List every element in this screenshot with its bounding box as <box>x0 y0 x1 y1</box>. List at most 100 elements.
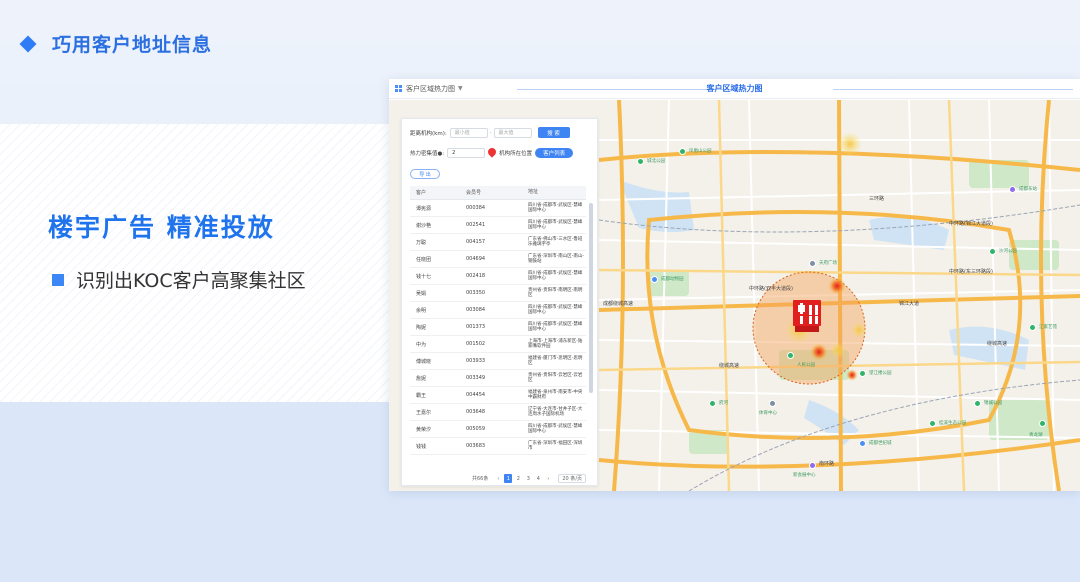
cell-customer: 霸王 <box>416 392 427 399</box>
page-1[interactable]: 1 <box>504 474 513 483</box>
bullet-square-icon <box>52 273 64 286</box>
poi-label: 江家艺苑 <box>1039 325 1057 330</box>
stadium-poi-icon[interactable] <box>769 400 776 407</box>
cell-member-id: 004694 <box>466 256 486 262</box>
cell-member-id: 003683 <box>466 443 486 449</box>
table-row[interactable]: 王嘉尔 003648 辽宁省-大连市-甘井子区-大连周水子国际机场 <box>410 404 586 421</box>
cell-address: 广东省-佛山市-三水区-鲁班乐雅璃宇亭 <box>528 236 583 247</box>
poi-label: 青龙湖 <box>1029 433 1043 438</box>
cell-member-id: 005059 <box>466 426 486 432</box>
page-3[interactable]: 3 <box>524 474 532 483</box>
table-row[interactable]: 霸王 004454 福建省-泉州市-南安市-中央中霸财府 <box>410 387 586 404</box>
table-row[interactable]: 詹妮 003349 贵州省-贵阳市-云岩区-云岩区 <box>410 370 586 387</box>
cell-member-id: 002418 <box>466 273 486 279</box>
cell-customer: 谭宪源 <box>416 205 432 212</box>
column-header-address[interactable]: 地址 <box>524 189 586 196</box>
page-2[interactable]: 2 <box>514 474 522 483</box>
prev-page-icon[interactable]: ‹ <box>494 474 502 483</box>
park-poi-icon[interactable] <box>929 420 936 427</box>
app-top-bar: 客户区域热力图 ▼ 客户区域热力图 <box>389 79 1080 99</box>
cell-address: 四川省-成都市-武侯区-慧峰国际中心 <box>528 321 583 332</box>
column-header-customer[interactable]: 客户 <box>410 189 460 196</box>
diamond-icon <box>19 35 37 52</box>
hospital-marker-icon[interactable] <box>793 300 821 332</box>
zoo-poi-icon[interactable] <box>651 276 658 283</box>
cell-address: 四川省-成都市-武侯区-慧峰国际中心 <box>528 219 583 230</box>
poi-label: 成都动物园 <box>661 277 684 282</box>
table-row[interactable]: 钱十七 002418 四川省-成都市-武侯区-慧峰国际中心 <box>410 268 586 285</box>
cell-customer: 任晓团 <box>416 256 432 263</box>
poi-label: 城北公园 <box>647 159 665 164</box>
park-poi-icon[interactable] <box>709 400 716 407</box>
max-distance-input[interactable]: 最大值 <box>493 127 532 138</box>
road-label: 中环路(双丰大道段) <box>749 286 793 292</box>
table-row[interactable]: 钱钱 003683 广东省-深圳市-福田区-深圳市 <box>410 438 586 455</box>
cell-address: 广东省-深圳市-福田区-深圳市 <box>528 440 583 451</box>
cell-customer: 陶妮 <box>416 324 427 331</box>
park-poi-icon[interactable] <box>989 248 996 255</box>
cell-address: 贵州省-贵阳市-云岩区-云岩区 <box>528 372 583 383</box>
customer-panel: 距离机构(km): 最小值 - 最大值 搜 索 热力密集值●: 2 机构所在位置… <box>401 118 598 486</box>
park-poi-icon[interactable] <box>859 370 866 377</box>
table-row[interactable]: 傅城晓 003933 福建省-厦门市-思明区-思明区 <box>410 353 586 370</box>
table-row[interactable]: 任晓团 004694 广东省-深圳市-南山区-南山-钢鼓站 <box>410 251 586 268</box>
org-location-label: 机构所在位置 <box>499 151 533 157</box>
park-poi-icon[interactable] <box>787 352 794 359</box>
export-button[interactable]: 导 出 <box>410 169 440 179</box>
cell-customer: 王嘉尔 <box>416 409 432 416</box>
location-pin-icon <box>488 148 496 158</box>
table-row[interactable]: 谭宪源 000384 四川省-成都市-武侯区-慧峰国际中心 <box>410 200 586 217</box>
customer-table: 客户 会员号 地址 谭宪源 000384 四川省-成都市-武侯区-慧峰国际中心 谢沙艳… <box>410 186 586 455</box>
poi-label: 锦城公园 <box>984 401 1002 406</box>
table-row[interactable]: 余明 003084 四川省-成都市-武侯区-慧峰国际中心 <box>410 302 586 319</box>
column-header-member-id[interactable]: 会员号 <box>460 189 524 196</box>
page-size-select[interactable]: 20 条/页 <box>558 474 587 483</box>
customer-list-button[interactable]: 客户列表 <box>535 148 574 158</box>
cell-address: 福建省-厦门市-思明区-思明区 <box>528 355 583 366</box>
main-title: 楼宇广告 精准投放 <box>48 213 275 242</box>
table-row[interactable]: 万聪 004157 广东省-佛山市-三水区-鲁班乐雅璃宇亭 <box>410 234 586 251</box>
cell-customer: 钱钱 <box>416 443 427 450</box>
station-poi-icon[interactable] <box>1009 186 1016 193</box>
table-row[interactable]: 陶妮 001373 四川省-成都市-武侯区-慧峰国际中心 <box>410 319 586 336</box>
park-poi-icon[interactable] <box>1039 420 1046 427</box>
road-label: 锦江大道 <box>899 301 920 307</box>
park-poi-icon[interactable] <box>679 148 686 155</box>
table-row[interactable]: 吴娟 003350 贵州省-贵阳市-南明区-南明区 <box>410 285 586 302</box>
cell-customer: 中为 <box>416 341 427 348</box>
table-row[interactable]: 黄荣汐 005059 四川省-成都市-武侯区-慧峰国际中心 <box>410 421 586 438</box>
search-button[interactable]: 搜 索 <box>537 127 570 138</box>
app-window: 客户区域热力图 ▼ 客户区域热力图 绕城高速 中环路(双丰大道段) 中环路(锦江… <box>389 79 1080 491</box>
cell-customer: 钱十七 <box>416 273 432 280</box>
cell-customer: 傅城晓 <box>416 358 432 365</box>
poi-label: 体育中心 <box>759 411 777 416</box>
total-count: 共66条 <box>472 476 489 482</box>
next-page-icon[interactable]: › <box>544 474 552 483</box>
landmark-poi-icon[interactable] <box>859 440 866 447</box>
poi-label: 望江楼公园 <box>869 371 892 376</box>
square-poi-icon[interactable] <box>809 260 816 267</box>
cell-member-id: 001373 <box>466 324 486 330</box>
cell-address: 四川省-成都市-武侯区-慧峰国际中心 <box>528 304 583 315</box>
bullet-point: 识别出KOC客户高聚集社区 <box>52 266 306 293</box>
road-label: 中环路(东三环路段) <box>949 269 993 275</box>
table-row[interactable]: 中为 001502 上海市-上海市-浦东新区-陆家嘴软件园 <box>410 336 586 353</box>
park-poi-icon[interactable] <box>974 400 981 407</box>
road-label: 绕城高速 <box>987 341 1008 347</box>
heat-threshold-row: 热力密集值●: 2 机构所在位置 客户列表 <box>410 148 574 158</box>
poi-label: 成都世纪城 <box>869 441 892 446</box>
page-4[interactable]: 4 <box>534 474 542 483</box>
heat-threshold-input[interactable]: 2 <box>447 148 486 158</box>
table-row[interactable]: 谢沙艳 002541 四川省-成都市-武侯区-慧峰国际中心 <box>410 217 586 234</box>
landmark-poi-icon[interactable] <box>809 462 816 469</box>
title-divider-right <box>833 89 1073 90</box>
cell-member-id: 003084 <box>466 307 486 313</box>
cell-member-id: 003350 <box>466 290 486 296</box>
park-poi-icon[interactable] <box>637 158 644 165</box>
section-title: 巧用客户地址信息 <box>52 34 213 56</box>
park-poi-icon[interactable] <box>1029 324 1036 331</box>
poi-label: 凤凰山公园 <box>689 149 712 154</box>
table-scrollbar[interactable] <box>589 203 593 393</box>
min-distance-input[interactable]: 最小值 <box>449 127 488 138</box>
poi-label: 人民公园 <box>797 363 815 368</box>
